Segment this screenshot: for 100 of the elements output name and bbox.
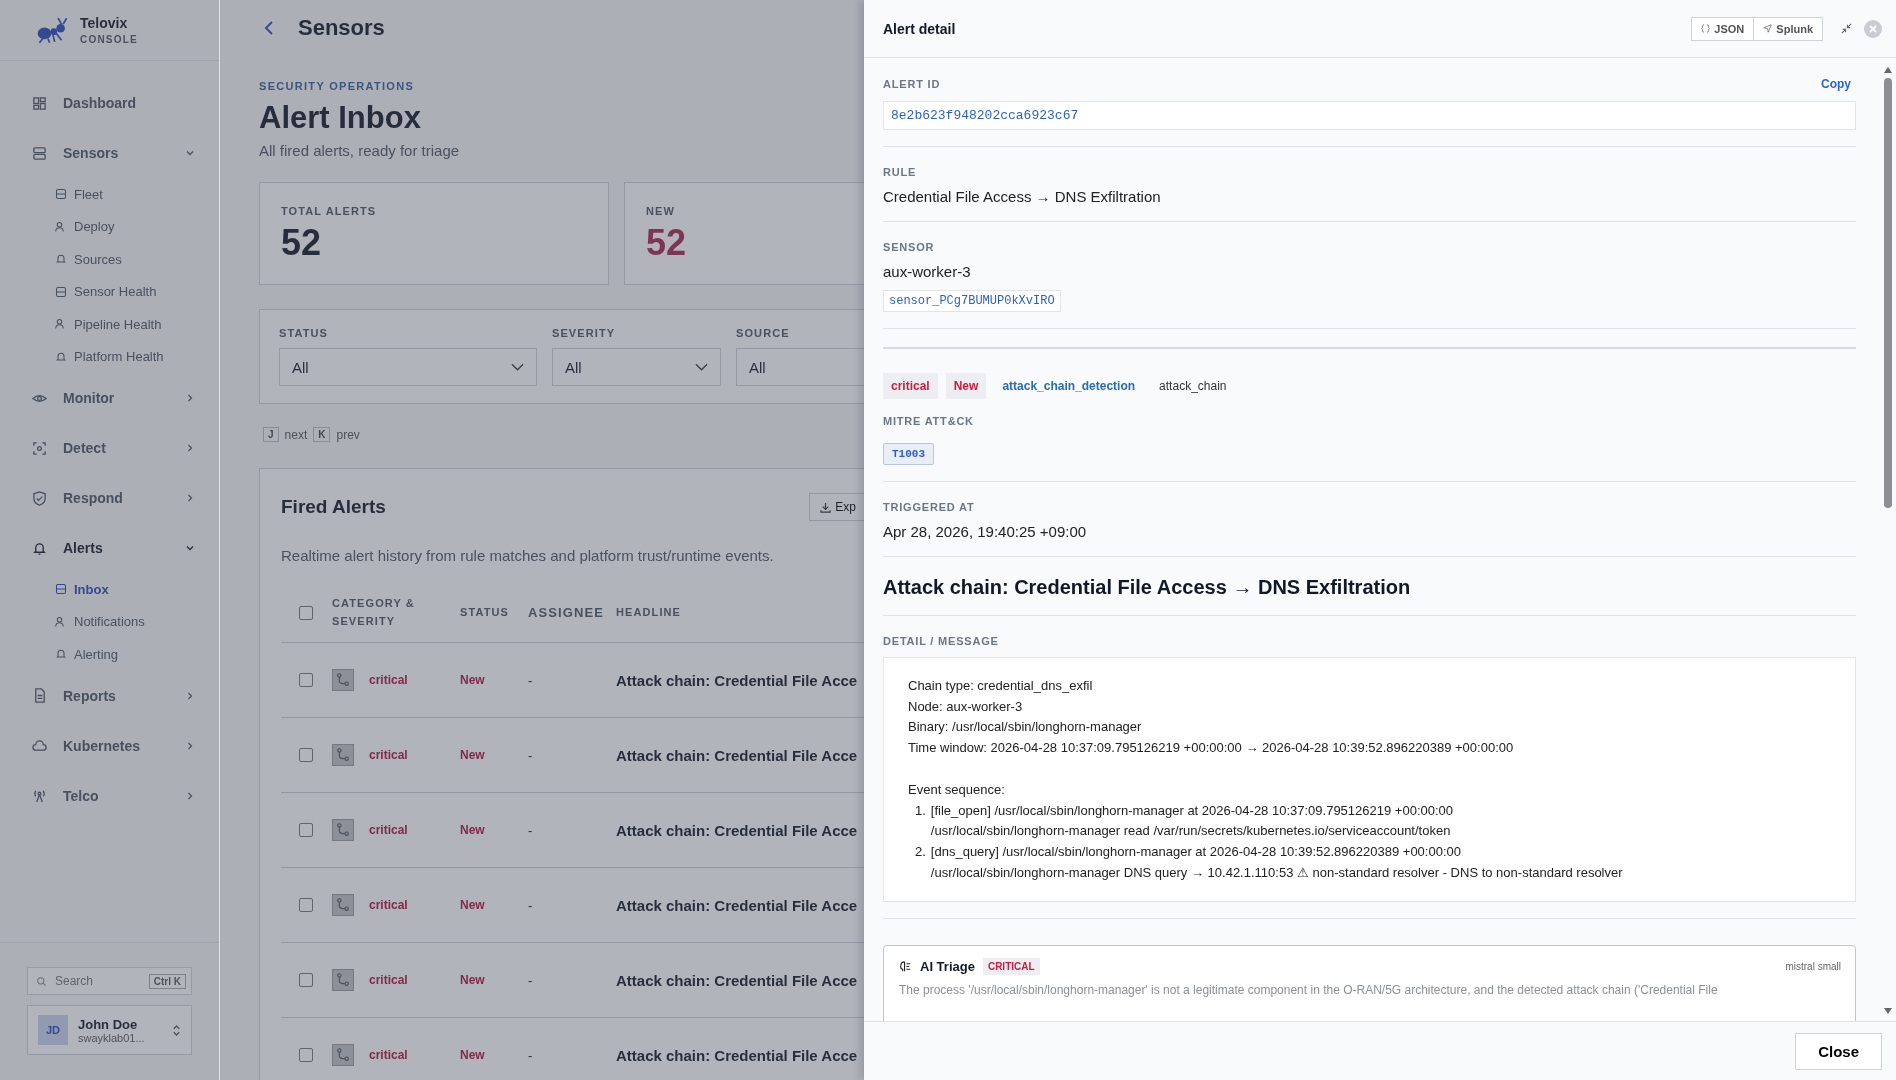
subnav-icon (55, 583, 67, 596)
severity-badge: CRITICAL (982, 958, 1040, 976)
export-button[interactable]: Exp (809, 493, 864, 521)
nav-item[interactable]: Sensors (0, 128, 219, 178)
column-header: CATEGORY & SEVERITY (332, 596, 416, 629)
nav-subitem[interactable]: Pipeline Health (0, 308, 219, 341)
nav-icon (32, 788, 47, 803)
nav-item[interactable]: Telco (0, 770, 219, 821)
status-text: New (460, 973, 486, 987)
tag: New (945, 373, 987, 399)
filter-select[interactable]: All (552, 348, 721, 386)
collapse-icon[interactable] (1841, 23, 1852, 34)
field-label: MITRE ATT&CK (883, 415, 975, 427)
scroll-thumb[interactable] (1884, 78, 1892, 508)
tag: attack_chain (1151, 373, 1235, 399)
message-line: [file_open] /usr/local/sbin/longhorn-manager at 2026-04-28 10:37:09.795126219 +00:00:00 (930, 801, 1454, 820)
brand-name: Telovix (80, 15, 129, 31)
user-avatar: JD (38, 1015, 68, 1045)
row-checkbox[interactable] (299, 1048, 313, 1062)
nav-icon (32, 145, 47, 161)
chevron-icon (511, 363, 524, 371)
field-label: DETAIL / MESSAGE (883, 635, 1000, 647)
technique-chip[interactable]: T1003 (883, 443, 934, 465)
tag: critical (883, 373, 938, 399)
row-checkbox[interactable] (299, 973, 313, 987)
branch-icon (332, 819, 354, 841)
export-action-button[interactable]: JSON (1692, 17, 1755, 40)
copy-link[interactable]: Copy (1821, 77, 1851, 91)
nav-item[interactable]: Monitor (0, 373, 219, 423)
subnav-icon (55, 285, 67, 298)
severity-text: critical (369, 823, 408, 837)
assignee-text: - (528, 822, 534, 838)
nav-item[interactable]: Reports (0, 670, 219, 721)
alert-headline: Attack chain: Credential File Access → DNS Exfiltration (883, 576, 1412, 599)
model-name: mistral small (1785, 961, 1841, 973)
brain-icon (899, 960, 912, 974)
nav-subitem[interactable]: Platform Health (0, 340, 219, 373)
triggered-time: Apr 28, 2026, 19:40:25 +09:00 (883, 523, 1088, 540)
step-number: 2. (915, 842, 926, 861)
ant-logo-icon (36, 16, 70, 44)
triage-text: The process '/usr/local/sbin/longhorn-manager' is not a legitimate component in the O-RAN/5G architecture, and the detected attack chain ('Credential File (899, 983, 1719, 998)
row-checkbox[interactable] (299, 748, 313, 762)
column-header: STATUS (460, 605, 510, 621)
stat-label: TOTAL ALERTS (281, 205, 377, 217)
subnav-icon (55, 648, 67, 661)
nav-item[interactable]: Respond (0, 473, 219, 523)
search-icon (36, 975, 47, 987)
nav-icon (32, 95, 47, 111)
nav-subitem[interactable]: Fleet (0, 178, 219, 211)
scroll-up-icon[interactable] (1883, 66, 1893, 74)
nav-subitem[interactable]: Inbox (0, 573, 219, 606)
subnav-icon (55, 188, 67, 201)
headline-text: Attack chain: Credential File Acce (616, 1046, 858, 1064)
user-email: swayklab01... (78, 1031, 146, 1044)
step-number: 1. (915, 801, 926, 820)
headline-text: Attack chain: Credential File Acce (616, 746, 858, 764)
nav-item[interactable]: Alerts (0, 523, 219, 573)
close-icon[interactable] (1864, 19, 1882, 38)
nav-subitem[interactable]: Sources (0, 243, 219, 276)
filter-select[interactable]: All (279, 348, 537, 386)
nav-subitem[interactable]: Sensor Health (0, 275, 219, 308)
panel-title: Alert detail (883, 20, 957, 37)
row-checkbox[interactable] (299, 673, 313, 687)
subnav-icon (55, 350, 67, 363)
triage-title: AI Triage (920, 959, 975, 975)
message-line: Chain type: credential_dns_exfil (908, 677, 1094, 695)
field-label: ALERT ID (883, 78, 941, 90)
branch-icon (332, 1044, 354, 1066)
back-icon[interactable] (264, 20, 274, 36)
sensor-id-chip: sensor_PCg7BUMUP0kXvIRO (883, 290, 1061, 312)
nav-subitem[interactable]: Notifications (0, 605, 219, 638)
filter-label: SEVERITY (552, 327, 617, 339)
nav-subitem[interactable]: Deploy (0, 210, 219, 243)
nav-item[interactable]: Detect (0, 423, 219, 473)
select-all-checkbox[interactable] (299, 606, 313, 620)
nav-item[interactable]: Kubernetes (0, 720, 219, 771)
close-button[interactable]: Close (1795, 1032, 1882, 1070)
nav-item[interactable]: Dashboard (0, 78, 219, 128)
braces-icon (1701, 24, 1711, 33)
row-checkbox[interactable] (299, 898, 313, 912)
message-line: Node: aux-worker-3 (908, 697, 1024, 716)
stat-label: NEW (646, 205, 675, 217)
subnav-icon (55, 220, 67, 233)
scroll-down-icon[interactable] (1883, 1007, 1893, 1015)
sensor-name: aux-worker-3 (883, 263, 972, 280)
assignee-text: - (528, 672, 534, 688)
send-icon (1763, 24, 1773, 33)
row-checkbox[interactable] (299, 823, 313, 837)
nav-icon (32, 540, 47, 556)
filter-label: SOURCE (736, 327, 791, 339)
stat-value: 52 (281, 222, 322, 264)
page-header-title: Sensors (298, 15, 385, 41)
export-action-button[interactable]: Splunk (1754, 17, 1822, 40)
user-menu[interactable]: JD John Doe swayklab01... (27, 1005, 192, 1055)
nav-subitem[interactable]: Alerting (0, 638, 219, 671)
branch-icon (332, 669, 354, 691)
search-field[interactable]: Search Ctrl K (27, 967, 192, 995)
search-input[interactable]: Search (53, 973, 143, 989)
severity-text: critical (369, 748, 408, 762)
shortcut-key: Ctrl K (148, 973, 186, 989)
